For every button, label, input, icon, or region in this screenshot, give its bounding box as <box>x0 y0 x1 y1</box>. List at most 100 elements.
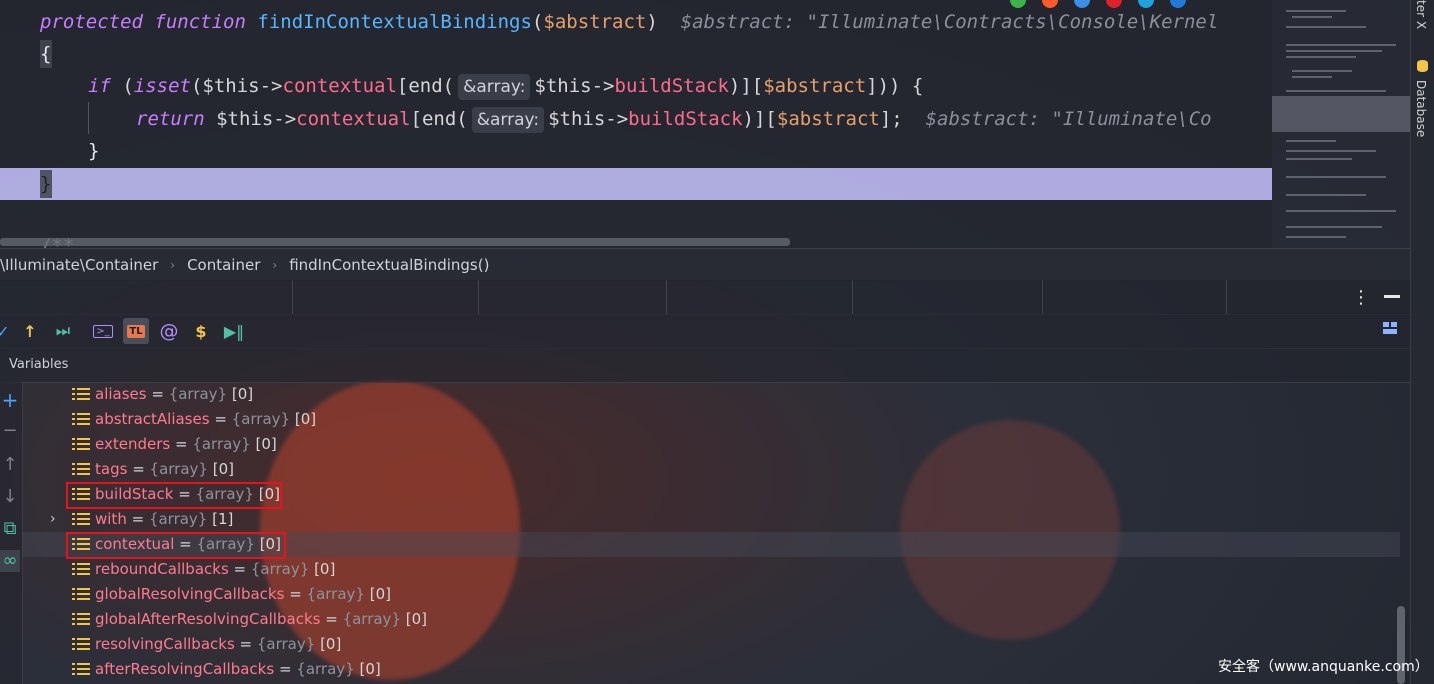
equals: = <box>146 385 169 403</box>
minimap-line <box>1286 56 1356 58</box>
variable-row[interactable]: resolvingCallbacks = {array} [0] <box>22 632 1400 657</box>
variable-type: {array} <box>306 585 365 603</box>
variable-type: {array} <box>250 560 310 578</box>
parameter-hint: &array: <box>471 107 545 133</box>
variable-row[interactable]: tags = {array} [0] <box>22 457 1400 482</box>
variable-row[interactable]: afterResolvingCallbacks = {array} [0] <box>22 657 1400 682</box>
breadcrumb-separator: › <box>272 258 278 272</box>
resume-icon[interactable]: ▶‖ <box>221 318 247 344</box>
variable-row[interactable]: abstractAliases = {array} [0] <box>22 407 1400 432</box>
variable-row[interactable]: aliases = {array} [0] <box>22 382 1400 407</box>
layout-settings-icon[interactable] <box>1383 322 1399 336</box>
minimap-line <box>1286 210 1396 212</box>
variable-text: reboundCallbacks = {array} [0] <box>95 557 335 582</box>
variable-count: [0] <box>207 460 234 478</box>
close-brace: } <box>40 173 52 195</box>
edge-icon[interactable] <box>1170 0 1186 8</box>
chevron-right-icon[interactable]: › <box>50 507 56 532</box>
breadcrumb-namespace[interactable]: \Illuminate\Container <box>0 256 164 274</box>
variable-text: tags = {array} [0] <box>95 457 234 482</box>
breadcrumb-class[interactable]: Container <box>181 256 266 274</box>
tab-divider <box>478 280 479 314</box>
code-text: )][ <box>742 108 777 130</box>
run-to-cursor-icon[interactable]: ⏭ <box>50 318 76 344</box>
database-tool-window[interactable]: Database <box>1414 80 1428 137</box>
code-text: ($this-> <box>190 75 283 97</box>
console-icon-label: >_ <box>93 324 113 338</box>
tool-window-label[interactable]: ter X <box>1414 0 1428 29</box>
breadcrumb-method[interactable]: findInContextualBindings() <box>283 256 495 274</box>
code-line-2[interactable]: { <box>40 38 51 70</box>
property: contextual <box>296 108 411 130</box>
variable-type: {array} <box>256 635 316 653</box>
highlight-box-buildstack <box>66 482 282 509</box>
variable-text: globalAfterResolvingCallbacks = {array} … <box>95 607 427 632</box>
opera-icon[interactable] <box>1106 0 1122 8</box>
code-line-3[interactable]: if (isset($this->contextual[end(&array: $… <box>88 70 923 102</box>
variable-name: extenders <box>95 435 171 453</box>
step-into-icon[interactable]: ✓ <box>0 318 16 344</box>
variable-icon[interactable]: $ <box>188 318 214 344</box>
property: buildStack <box>628 108 743 130</box>
paren: ( <box>531 11 544 33</box>
variable-text: afterResolvingCallbacks = {array} [0] <box>95 657 381 682</box>
variable-row[interactable]: globalResolvingCallbacks = {array} [0] <box>22 582 1400 607</box>
code-line-1[interactable]: protected function findInContextualBindi… <box>40 6 1218 38</box>
minimap-line <box>1286 176 1386 178</box>
code-editor[interactable]: protected function findInContextualBindi… <box>0 0 1272 248</box>
console-icon[interactable]: >_ <box>90 318 116 344</box>
array-icon <box>72 438 90 452</box>
variable-count: [0] <box>227 385 254 403</box>
minimize-icon[interactable] <box>1384 295 1400 298</box>
variable-row[interactable]: globalAfterResolvingCallbacks = {array} … <box>22 607 1400 632</box>
variables-panel-header: Variables <box>0 348 1410 383</box>
safari-icon[interactable] <box>1074 0 1090 8</box>
copy-icon[interactable]: ⧉ <box>0 518 20 540</box>
horizontal-scrollbar[interactable] <box>0 238 790 246</box>
step-out-icon[interactable]: ↑ <box>17 318 43 344</box>
variable-type: {array} <box>342 610 401 628</box>
variable-row[interactable]: › with = {array} [1] <box>22 507 1400 532</box>
variable-text: abstractAliases = {array} [0] <box>95 407 316 432</box>
ie-icon[interactable] <box>1138 0 1154 8</box>
evaluate-icon[interactable]: TL <box>123 318 149 344</box>
code-text: $this-> <box>548 108 629 130</box>
code-text: ])) { <box>866 75 924 97</box>
open-brace: { <box>40 43 52 65</box>
inline-value-hint: $abstract: "Illuminate\Contracts\Console… <box>680 11 1219 33</box>
function-name: isset <box>133 75 191 97</box>
variable-type: {array} <box>192 435 251 453</box>
array-icon <box>72 388 90 402</box>
variable-name: tags <box>95 460 128 478</box>
variable-type: {array} <box>231 410 291 428</box>
minimap-line <box>1286 140 1336 142</box>
add-watch-icon[interactable]: + <box>0 388 20 412</box>
tab-divider <box>666 280 667 314</box>
variable-row[interactable]: extenders = {array} [0] <box>22 432 1400 457</box>
property: contextual <box>282 75 397 97</box>
variable-type: {array} <box>296 660 355 678</box>
move-up-icon[interactable]: ↑ <box>0 454 20 476</box>
code-line-6[interactable]: } <box>40 168 51 200</box>
code-minimap[interactable] <box>1272 0 1410 248</box>
variable-row[interactable]: reboundCallbacks = {array} [0] <box>22 557 1400 582</box>
variable-text: aliases = {array} [0] <box>95 382 253 407</box>
tab-divider <box>292 280 293 314</box>
watch-icon[interactable]: @ <box>156 318 182 344</box>
more-options-icon[interactable]: ⋮ <box>1352 287 1370 308</box>
code-text: [end( <box>396 75 455 97</box>
move-down-icon[interactable]: ↓ <box>0 486 20 508</box>
minimap-viewport[interactable] <box>1272 96 1410 132</box>
minimap-line <box>1286 50 1382 52</box>
remove-watch-icon[interactable]: − <box>0 420 20 442</box>
chrome-icon[interactable] <box>1010 0 1026 8</box>
parameter-hint: &array: <box>458 74 531 100</box>
tab-divider <box>852 280 853 314</box>
variable: $abstract <box>763 75 867 97</box>
variable-type: {array} <box>168 385 228 403</box>
glasses-icon[interactable]: ∞ <box>0 550 20 572</box>
code-line-4[interactable]: return $this->contextual[end(&array: $thi… <box>136 103 1212 135</box>
code-line-5[interactable]: } <box>88 135 99 167</box>
variable-name: aliases <box>95 385 147 403</box>
firefox-icon[interactable] <box>1042 0 1058 8</box>
